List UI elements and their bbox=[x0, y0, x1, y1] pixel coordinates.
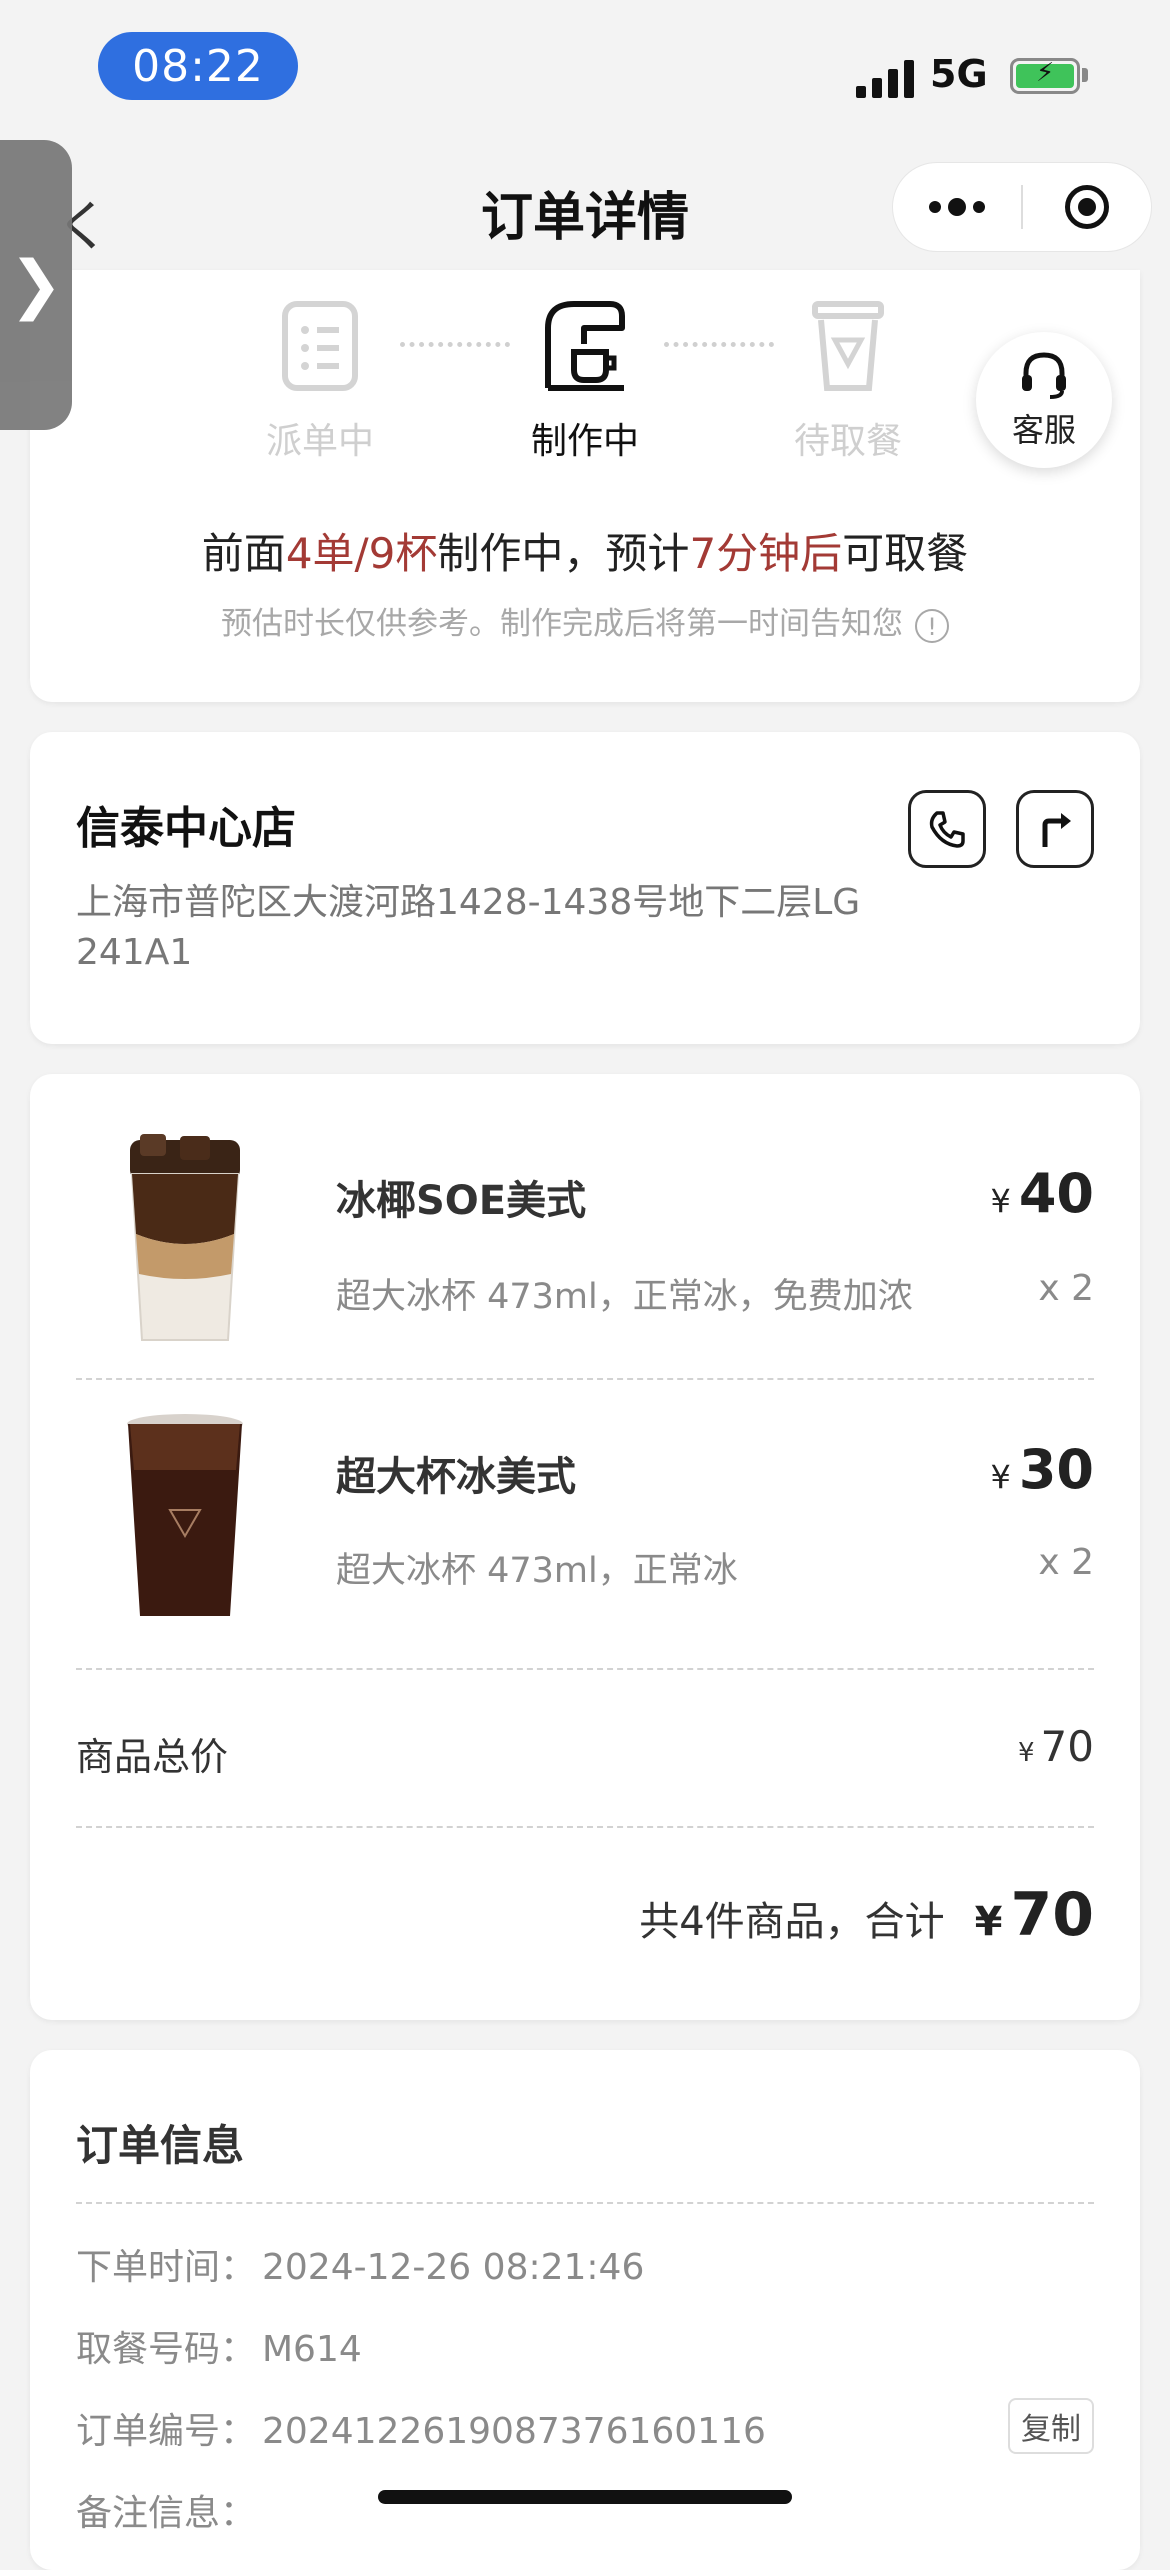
close-miniprogram-button[interactable] bbox=[1023, 163, 1151, 251]
product-quantity: x 2 bbox=[1038, 1542, 1094, 1583]
subtotal-label: 商品总价 bbox=[76, 1735, 229, 1779]
divider bbox=[76, 1826, 1094, 1828]
progress-text: 前面4单/9杯制作中，预计7分钟后可取餐 bbox=[201, 529, 969, 578]
step-label: 待取餐 bbox=[793, 421, 902, 462]
currency-symbol: ¥ bbox=[974, 1899, 1003, 1945]
customer-service-button[interactable]: 客服 bbox=[976, 332, 1112, 468]
divider bbox=[76, 1378, 1094, 1380]
product-price: ¥40 bbox=[990, 1162, 1094, 1225]
eta: 7分钟后 bbox=[689, 529, 843, 578]
step-making: 制作中 bbox=[485, 298, 685, 464]
chevron-right-icon: ❯ bbox=[9, 248, 63, 322]
signal-icon bbox=[856, 58, 918, 98]
coffee-machine-icon bbox=[545, 301, 625, 391]
side-drawer-tab[interactable]: ❯ bbox=[0, 140, 72, 430]
order-info-title: 订单信息 bbox=[76, 2121, 245, 2170]
divider bbox=[76, 1668, 1094, 1670]
cup-icon bbox=[812, 301, 884, 391]
product-quantity: x 2 bbox=[1038, 1268, 1094, 1309]
total-value: 70 bbox=[1010, 1880, 1095, 1950]
headset-icon bbox=[1022, 352, 1066, 399]
total-label: 共4件商品，合计 bbox=[639, 1899, 945, 1945]
remarks-row: 备注信息： bbox=[76, 2493, 257, 2534]
product-spec: 超大冰杯 473ml，正常冰，免费加浓 bbox=[336, 1277, 913, 1317]
product-image-iced-americano bbox=[127, 1414, 243, 1616]
more-button[interactable] bbox=[893, 163, 1021, 251]
product-spec: 超大冰杯 473ml，正常冰 bbox=[336, 1551, 738, 1591]
phone-icon bbox=[929, 811, 965, 848]
step-pickup: 待取餐 bbox=[748, 298, 948, 464]
store-name: 信泰中心店 bbox=[76, 803, 296, 854]
queue-count: 4单/9杯 bbox=[285, 529, 438, 578]
progress-note: 预估时长仅供参考。制作完成后将第一时间告知您! bbox=[0, 598, 1170, 643]
status-time: 08:22 bbox=[98, 32, 298, 100]
step-dispatch: 派单中 bbox=[220, 298, 420, 464]
more-dots-icon bbox=[929, 198, 985, 216]
product-price: ¥30 bbox=[990, 1438, 1094, 1501]
navigate-button[interactable] bbox=[1016, 790, 1094, 868]
call-store-button[interactable] bbox=[908, 790, 986, 868]
copy-order-number-button[interactable]: 复制 bbox=[1008, 2398, 1094, 2454]
target-icon bbox=[1065, 185, 1109, 229]
step-label: 派单中 bbox=[265, 421, 374, 462]
divider bbox=[76, 2202, 1094, 2204]
info-icon[interactable]: ! bbox=[915, 608, 949, 643]
product-name: 超大杯冰美式 bbox=[336, 1454, 576, 1500]
product-name: 冰椰SOE美式 bbox=[336, 1178, 587, 1224]
battery-icon: ⚡ bbox=[1010, 58, 1080, 94]
order-time-row: 下单时间： 2024-12-26 08:21:46 bbox=[76, 2247, 645, 2288]
mini-program-capsule bbox=[892, 162, 1152, 252]
order-number-row: 订单编号： 20241226190873761601​16 bbox=[76, 2411, 766, 2452]
subtotal-value: ¥70 bbox=[1018, 1722, 1094, 1771]
product-image-coconut-americano bbox=[130, 1134, 240, 1341]
battery-tip bbox=[1082, 68, 1088, 82]
home-indicator[interactable] bbox=[378, 2490, 792, 2504]
store-address: 上海市普陀区大渡河路1428-1438号地下二层LG 241A1 bbox=[76, 882, 861, 973]
network-type: 5G bbox=[930, 52, 988, 96]
total-line: 共4件商品，合计 ¥ 70 bbox=[639, 1880, 1094, 1950]
list-icon bbox=[282, 301, 358, 391]
service-label: 客服 bbox=[1011, 411, 1076, 449]
step-label: 制作中 bbox=[530, 421, 639, 462]
directions-icon bbox=[1042, 813, 1071, 847]
pickup-code-row: 取餐号码： M614 bbox=[76, 2329, 362, 2370]
